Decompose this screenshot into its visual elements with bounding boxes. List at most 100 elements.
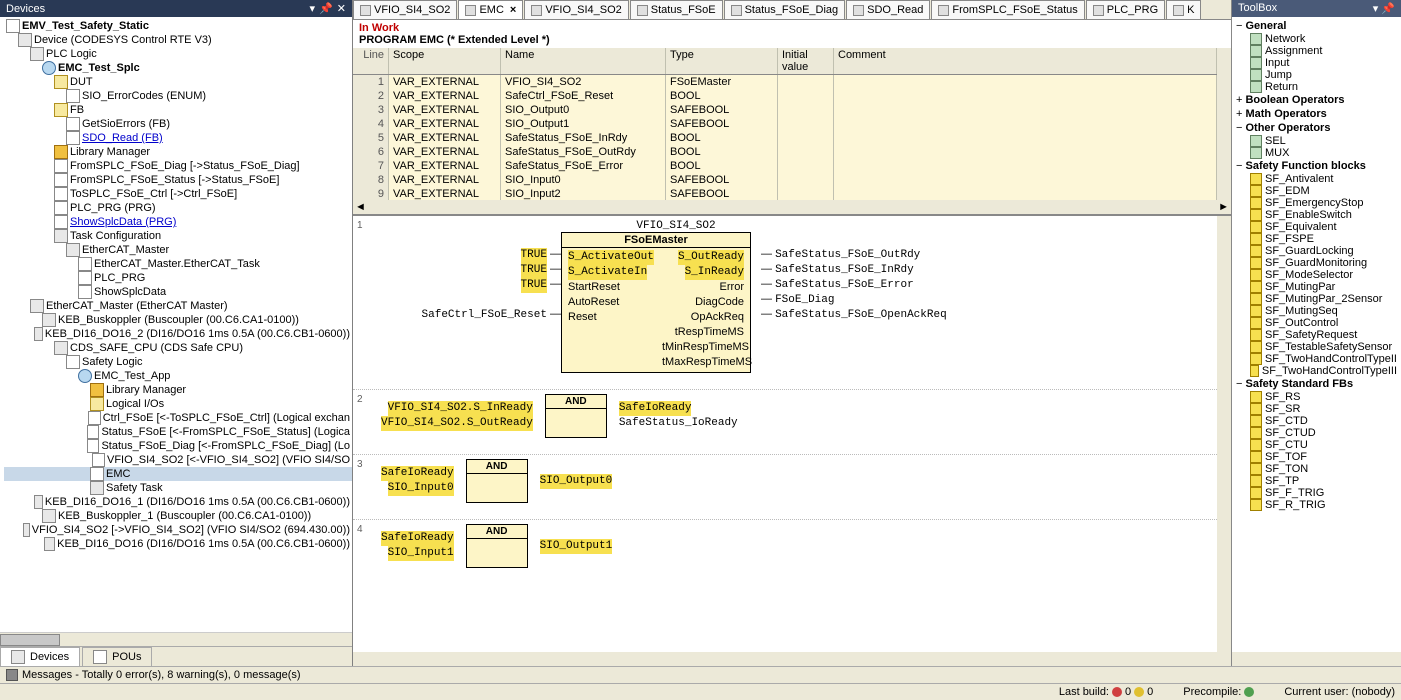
- diagram-vertical-scrollbar[interactable]: [1217, 216, 1231, 652]
- fb-output-pin[interactable]: S_OutReady: [678, 250, 744, 265]
- tree-horizontal-scrollbar[interactable]: [0, 632, 352, 646]
- tree-safetylogic[interactable]: Safety Logic: [82, 355, 143, 369]
- tree-ecmaster-task[interactable]: EtherCAT_Master: [82, 243, 169, 257]
- signal-output[interactable]: SafeStatus_FSoE_Error: [775, 278, 914, 293]
- signal-output[interactable]: [761, 353, 768, 368]
- toolbox-category[interactable]: General: [1234, 19, 1399, 33]
- signal-input[interactable]: TRUE: [521, 263, 547, 278]
- signal-input[interactable]: TRUE: [521, 248, 547, 263]
- decl-row[interactable]: 6VAR_EXTERNALSafeStatus_FSoE_OutRdyBOOL: [353, 145, 1217, 159]
- fb-output-pin[interactable]: S_InReady: [685, 265, 744, 280]
- toolbox-item[interactable]: Input: [1234, 57, 1399, 69]
- declaration-grid[interactable]: Line Scope Name Type Initial value Comme…: [353, 48, 1217, 200]
- toolbox-item[interactable]: SF_TP: [1234, 475, 1399, 487]
- tree-kebdi2[interactable]: KEB_DI16_DO16_1 (DI16/DO16 1ms 0.5A (00.…: [45, 495, 350, 509]
- tree-vfio[interactable]: VFIO_SI4_SO2 [<-VFIO_SI4_SO2] (VFIO SI4/…: [107, 453, 350, 467]
- editor-tab[interactable]: SDO_Read: [846, 0, 930, 19]
- tree-sdoread[interactable]: SDO_Read (FB): [82, 131, 163, 145]
- toolbox-item[interactable]: SF_MutingSeq: [1234, 305, 1399, 317]
- tree-fromdiag[interactable]: FromSPLC_FSoE_Diag [->Status_FSoE_Diag]: [70, 159, 300, 173]
- decl-row[interactable]: 2VAR_EXTERNALSafeCtrl_FSoE_ResetBOOL: [353, 89, 1217, 103]
- editor-tab[interactable]: Status_FSoE_Diag: [724, 0, 846, 19]
- toolbox-category[interactable]: Boolean Operators: [1234, 93, 1399, 107]
- toolbox-item[interactable]: SF_TON: [1234, 463, 1399, 475]
- tree-emctestapp[interactable]: EMC_Test_App: [94, 369, 170, 383]
- tree-kebdi[interactable]: KEB_DI16_DO16_2 (DI16/DO16 1ms 0.5A (00.…: [45, 327, 350, 341]
- toolbox-item[interactable]: SF_Antivalent: [1234, 173, 1399, 185]
- tree-project[interactable]: EMV_Test_Safety_Static: [22, 19, 149, 33]
- and-block[interactable]: AND: [466, 524, 528, 568]
- decl-row[interactable]: 3VAR_EXTERNALSIO_Output0SAFEBOOL: [353, 103, 1217, 117]
- tree-kebbk1[interactable]: KEB_Buskoppler_1 (Buscoupler (00.C6.CA1-…: [58, 509, 311, 523]
- decl-vertical-scrollbar[interactable]: [1217, 48, 1231, 200]
- toolbox-item[interactable]: MUX: [1234, 147, 1399, 159]
- toolbox-item[interactable]: SF_EnableSwitch: [1234, 209, 1399, 221]
- toolbox-item[interactable]: SF_ModeSelector: [1234, 269, 1399, 281]
- and-block[interactable]: AND: [466, 459, 528, 503]
- col-line-header[interactable]: Line: [353, 48, 389, 74]
- toolbox-item[interactable]: SF_EmergencyStop: [1234, 197, 1399, 209]
- signal-output[interactable]: FSoE_Diag: [775, 293, 834, 308]
- tab-devices[interactable]: Devices: [0, 647, 80, 666]
- toolbox-item[interactable]: SF_Equivalent: [1234, 221, 1399, 233]
- toolbox-item[interactable]: Assignment: [1234, 45, 1399, 57]
- panel-menu-icon[interactable]: ▾: [310, 3, 316, 15]
- tree-toctrl[interactable]: ToSPLC_FSoE_Ctrl [->Ctrl_FSoE]: [70, 187, 237, 201]
- tree-showsplc[interactable]: ShowSplcData (PRG): [70, 215, 176, 229]
- fb-input-pin[interactable]: Reset: [568, 310, 650, 325]
- toolbox-horizontal-scrollbar[interactable]: [1232, 652, 1401, 666]
- tree-dut[interactable]: DUT: [70, 75, 93, 89]
- toolbox-item[interactable]: SF_SafetyRequest: [1234, 329, 1399, 341]
- tree-plcprg2[interactable]: PLC_PRG: [94, 271, 145, 285]
- tree-app[interactable]: EMC_Test_Splc: [58, 61, 140, 75]
- toolbox-body[interactable]: GeneralNetworkAssignmentInputJumpReturnB…: [1232, 17, 1401, 652]
- signal-input[interactable]: SafeCtrl_FSoE_Reset: [422, 308, 547, 323]
- decl-row[interactable]: 5VAR_EXTERNALSafeStatus_FSoE_InRdyBOOL: [353, 131, 1217, 145]
- toolbox-item[interactable]: SF_MutingPar: [1234, 281, 1399, 293]
- toolbox-item[interactable]: SF_SR: [1234, 403, 1399, 415]
- fb-input-pin[interactable]: StartReset: [568, 280, 650, 295]
- decl-row[interactable]: 7VAR_EXTERNALSafeStatus_FSoE_ErrorBOOL: [353, 159, 1217, 173]
- toolbox-item[interactable]: SF_FSPE: [1234, 233, 1399, 245]
- fb-input-pin[interactable]: S_ActivateOut: [568, 250, 654, 265]
- tree-safetytask[interactable]: Safety Task: [106, 481, 163, 495]
- panel-close-icon[interactable]: ✕: [337, 3, 346, 15]
- panel-pin-icon[interactable]: 📌: [319, 3, 333, 15]
- fb-input-pin[interactable]: S_ActivateIn: [568, 265, 647, 280]
- toolbox-item[interactable]: SF_RS: [1234, 391, 1399, 403]
- signal-output[interactable]: [761, 338, 768, 353]
- toolbox-item[interactable]: SF_F_TRIG: [1234, 487, 1399, 499]
- tree-showsplc2[interactable]: ShowSplcData: [94, 285, 166, 299]
- col-scope-header[interactable]: Scope: [389, 48, 501, 74]
- decl-horizontal-scrollbar[interactable]: ◄►: [353, 200, 1231, 214]
- tree-kebbk[interactable]: KEB_Buskoppler (Buscoupler (00.C6.CA1-01…: [58, 313, 299, 327]
- decl-row[interactable]: 8VAR_EXTERNALSIO_Input0SAFEBOOL: [353, 173, 1217, 187]
- fb-output-pin[interactable]: OpAckReq: [662, 310, 744, 325]
- tab-pous[interactable]: POUs: [82, 647, 152, 666]
- col-comment-header[interactable]: Comment: [834, 48, 1217, 74]
- signal-output[interactable]: SafeStatus_IoReady: [619, 416, 738, 431]
- signal-output[interactable]: SafeStatus_FSoE_InRdy: [775, 263, 914, 278]
- tab-close-icon[interactable]: ×: [510, 4, 516, 16]
- tree-kebdi3[interactable]: KEB_DI16_DO16 (DI16/DO16 1ms 0.5A (00.C6…: [57, 537, 350, 551]
- tree-getsio[interactable]: GetSioErrors (FB): [82, 117, 170, 131]
- network-2[interactable]: 2 VFIO_SI4_SO2.S_InReady VFIO_SI4_SO2.S_…: [353, 390, 1217, 455]
- toolbox-item[interactable]: SF_GuardMonitoring: [1234, 257, 1399, 269]
- tree-vfiodev[interactable]: VFIO_SI4_SO2 [->VFIO_SI4_SO2] (VFIO SI4/…: [32, 523, 350, 537]
- editor-tab[interactable]: Status_FSoE: [630, 0, 723, 19]
- signal-input[interactable]: SIO_Input1: [388, 546, 454, 561]
- editor-tab[interactable]: VFIO_SI4_SO2: [524, 0, 628, 19]
- toolbox-item[interactable]: SF_CTUD: [1234, 427, 1399, 439]
- tree-ecmasterdev[interactable]: EtherCAT_Master (EtherCAT Master): [46, 299, 228, 313]
- tree-emc[interactable]: EMC: [106, 467, 130, 481]
- tree-plclogic[interactable]: PLC Logic: [46, 47, 97, 61]
- tree-sioerr[interactable]: SIO_ErrorCodes (ENUM): [82, 89, 206, 103]
- diagram-horizontal-scrollbar[interactable]: [353, 652, 1231, 666]
- fb-input-pin[interactable]: AutoReset: [568, 295, 650, 310]
- tree-fromstatus[interactable]: FromSPLC_FSoE_Status [->Status_FSoE]: [70, 173, 279, 187]
- fb-output-pin[interactable]: tMaxRespTimeMS: [662, 355, 744, 370]
- tree-logio[interactable]: Logical I/Os: [106, 397, 164, 411]
- network-4[interactable]: 4 SafeIoReady SIO_Input1 AND SIO_Output1: [353, 520, 1217, 584]
- decl-row[interactable]: 1VAR_EXTERNALVFIO_SI4_SO2FSoEMaster: [353, 75, 1217, 89]
- tree-ctrlfsoe[interactable]: Ctrl_FSoE [<-ToSPLC_FSoE_Ctrl] (Logical …: [103, 411, 350, 425]
